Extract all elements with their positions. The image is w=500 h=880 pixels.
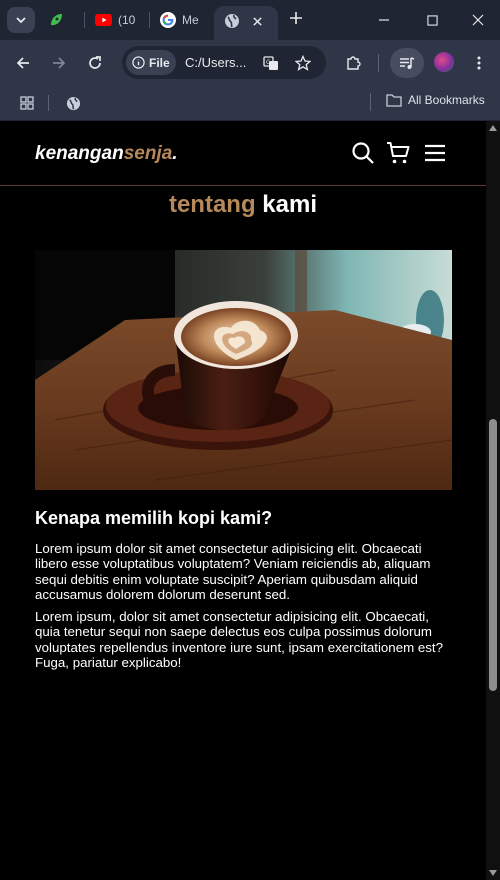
tab-extension[interactable] [48, 7, 64, 33]
apps-grid-icon [20, 96, 34, 110]
shopping-cart-icon[interactable] [386, 141, 410, 165]
browser-toolbar: File C:/Users... G [0, 40, 500, 85]
tab-label: (10 [118, 13, 136, 27]
title-main-text: kami [255, 191, 318, 218]
logo-accent-text: senja [123, 143, 173, 164]
new-tab-button[interactable] [286, 9, 306, 29]
logo-main-text: kenangan [35, 143, 124, 164]
folder-icon [386, 94, 402, 107]
tab-search-button[interactable] [7, 7, 35, 33]
tab-google[interactable]: Me [160, 7, 199, 33]
all-bookmarks-label: All Bookmarks [408, 93, 485, 107]
toolbar-separator [378, 54, 379, 72]
media-control-button[interactable] [390, 48, 424, 78]
minimize-icon [379, 19, 389, 21]
translate-icon: G [263, 56, 278, 70]
extensions-button[interactable] [342, 52, 364, 74]
leaf-icon [48, 12, 64, 28]
about-heading: Kenapa memilih kopi kami? [35, 508, 273, 528]
site-info-chip[interactable]: File [126, 50, 176, 75]
translate-button[interactable]: G [260, 52, 282, 74]
bookmark-star-button[interactable] [292, 52, 314, 74]
scrollbar-thumb[interactable] [489, 419, 497, 691]
tab-active-local-file[interactable] [214, 6, 278, 40]
coffee-cup-photo [35, 250, 452, 490]
maximize-button[interactable] [422, 10, 442, 30]
forward-button[interactable] [48, 52, 70, 74]
search-icon[interactable] [351, 141, 375, 165]
about-paragraph-2: Lorem ipsum, dolor sit amet consectetur … [35, 609, 443, 671]
close-window-button[interactable] [468, 10, 488, 30]
tab-separator [84, 12, 85, 28]
bookmark-separator [48, 95, 49, 111]
menu-button[interactable] [468, 52, 490, 74]
bookmark-globe[interactable] [62, 92, 84, 114]
site-navbar: kenangansenja. [0, 121, 486, 186]
maximize-icon [426, 14, 438, 26]
tab-label: Me [182, 13, 199, 27]
profile-avatar[interactable] [434, 52, 454, 72]
playlist-music-icon [400, 57, 415, 69]
file-label: File [149, 55, 170, 70]
tab-strip: (10 Me [0, 0, 500, 40]
close-tab-icon[interactable] [252, 14, 263, 32]
back-button[interactable] [12, 52, 34, 74]
tab-separator [149, 12, 150, 28]
reload-icon [89, 56, 101, 69]
about-paragraph-1: Lorem ipsum dolor sit amet consectetur a… [35, 541, 431, 603]
arrow-left-icon [16, 57, 29, 69]
scroll-up-arrow-icon[interactable] [489, 125, 497, 131]
url-text[interactable]: C:/Users... [185, 55, 246, 70]
all-bookmarks-button[interactable]: All Bookmarks [386, 93, 485, 107]
about-section-title: tentang kami [0, 191, 486, 219]
bookmark-separator [370, 93, 371, 111]
site-logo[interactable]: kenangansenja. [35, 143, 178, 165]
coffee-cup-illustration [35, 250, 452, 490]
arrow-right-icon [53, 57, 66, 69]
title-accent-text: tentang [168, 191, 256, 218]
globe-icon [66, 96, 80, 110]
google-icon [160, 12, 176, 28]
tab-youtube[interactable]: (10 [95, 7, 135, 33]
youtube-icon [95, 14, 112, 26]
bookmarks-bar: All Bookmarks [0, 85, 500, 121]
plus-icon [290, 12, 302, 24]
info-icon [132, 56, 145, 69]
reload-button[interactable] [84, 52, 106, 74]
scroll-down-arrow-icon[interactable] [489, 870, 497, 876]
page-scrollbar[interactable] [486, 121, 500, 880]
kebab-menu-icon [477, 56, 481, 70]
hamburger-menu-icon[interactable] [423, 141, 447, 165]
chevron-down-icon [16, 17, 26, 24]
close-icon [472, 14, 484, 26]
minimize-button[interactable] [374, 10, 394, 30]
page-viewport: kenangansenja. tentang kami Kenapa memil… [0, 121, 486, 880]
globe-icon [224, 13, 240, 34]
puzzle-icon [347, 56, 361, 70]
apps-button[interactable] [16, 92, 38, 114]
star-icon [295, 55, 311, 71]
logo-dot: . [172, 143, 178, 164]
svg-text:G: G [266, 59, 271, 66]
